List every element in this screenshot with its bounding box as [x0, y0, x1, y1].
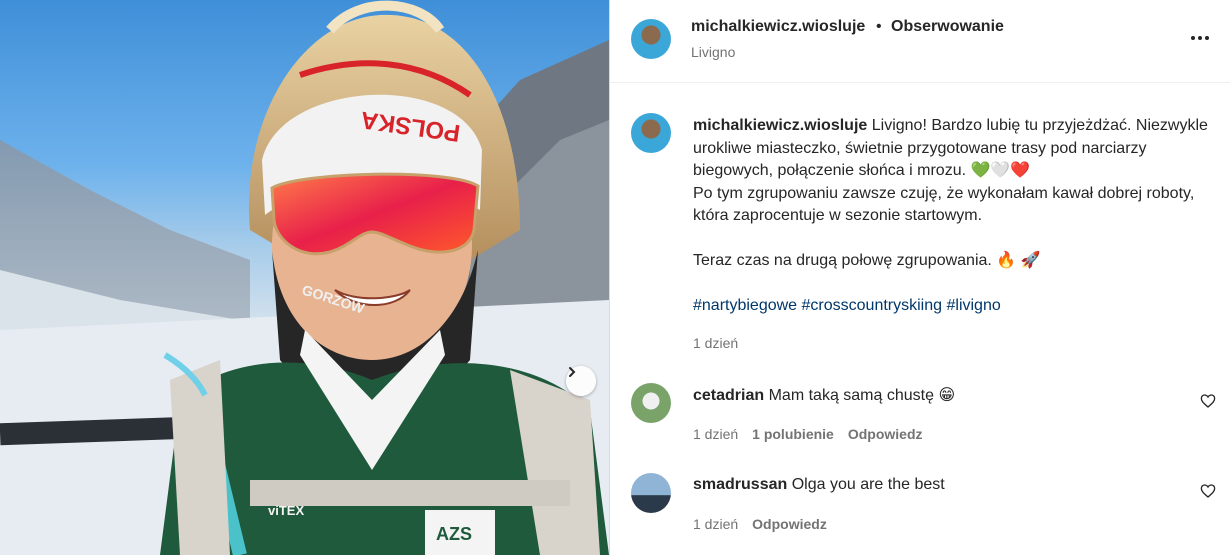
reply-button[interactable]: Odpowiedz: [848, 426, 923, 442]
comment-meta: 1 dzień 1 polubienie Odpowiedz: [693, 426, 923, 442]
hashtag-link[interactable]: #livigno: [946, 297, 1000, 314]
comment-meta: 1 dzień Odpowiedz: [693, 516, 827, 532]
following-button[interactable]: Obserwowanie: [891, 18, 1004, 36]
hashtag-link[interactable]: #nartybiegowe: [693, 297, 797, 314]
post-header: michalkiewicz.wiosluje • Obserwowanie Li…: [610, 0, 1230, 83]
vest-logo: AZS: [436, 524, 472, 544]
fire-icon: 🔥: [996, 252, 1017, 269]
skier-photo-illustration: POLSKA GORZÓW AZS viTEX: [0, 0, 609, 555]
heart-outline-icon[interactable]: [1200, 483, 1216, 499]
rocket-icon: 🚀: [1020, 252, 1041, 269]
comment-text: Mam taką samą chustę: [768, 387, 934, 404]
reply-button[interactable]: Odpowiedz: [752, 516, 827, 532]
caption-time[interactable]: 1 dzień: [693, 335, 738, 351]
comment: cetadrian Mam taką samą chustę 😁: [693, 385, 955, 405]
commenter-avatar[interactable]: [631, 473, 671, 513]
header-separator: •: [876, 18, 882, 35]
brand-logo: viTEX: [268, 503, 304, 518]
post-details-panel: michalkiewicz.wiosluje • Obserwowanie Li…: [609, 0, 1230, 555]
grin-emoji: 😁: [938, 387, 956, 404]
author-username[interactable]: michalkiewicz.wiosluje: [691, 18, 865, 36]
caption-username[interactable]: michalkiewicz.wiosluje: [693, 117, 867, 134]
caption-avatar[interactable]: [631, 113, 671, 153]
commenter-avatar[interactable]: [631, 383, 671, 423]
comment-time[interactable]: 1 dzień: [693, 426, 738, 442]
caption-line-2: Po tym zgrupowaniu zawsze czuję, że wyko…: [693, 184, 1195, 225]
next-image-button[interactable]: [566, 366, 596, 396]
post-view: POLSKA GORZÓW AZS viTEX michalkiewicz.wi…: [0, 0, 1230, 555]
comment: smadrussan Olga you are the best: [693, 476, 945, 494]
hashtags: #nartybiegowe #crosscountryskiing #livig…: [693, 295, 1213, 318]
comment-username[interactable]: smadrussan: [693, 476, 787, 493]
author-avatar[interactable]: [631, 19, 671, 59]
post-location[interactable]: Livigno: [691, 44, 735, 60]
comment-time[interactable]: 1 dzień: [693, 516, 738, 532]
post-caption: michalkiewicz.wiosluje Livigno! Bardzo l…: [693, 115, 1213, 318]
comment-likes[interactable]: 1 polubienie: [752, 426, 834, 442]
chevron-right-icon: [569, 367, 576, 377]
heart-outline-icon[interactable]: [1200, 393, 1216, 409]
more-options-icon[interactable]: [1186, 28, 1214, 48]
caption-line-3: Teraz czas na drugą połowę zgrupowania.: [693, 252, 992, 269]
hearts-emoji: 💚🤍❤️: [970, 162, 1031, 179]
hashtag-link[interactable]: #crosscountryskiing: [802, 297, 943, 314]
comment-username[interactable]: cetadrian: [693, 387, 764, 404]
comment-text: Olga you are the best: [791, 476, 945, 493]
post-photo[interactable]: POLSKA GORZÓW AZS viTEX: [0, 0, 609, 555]
